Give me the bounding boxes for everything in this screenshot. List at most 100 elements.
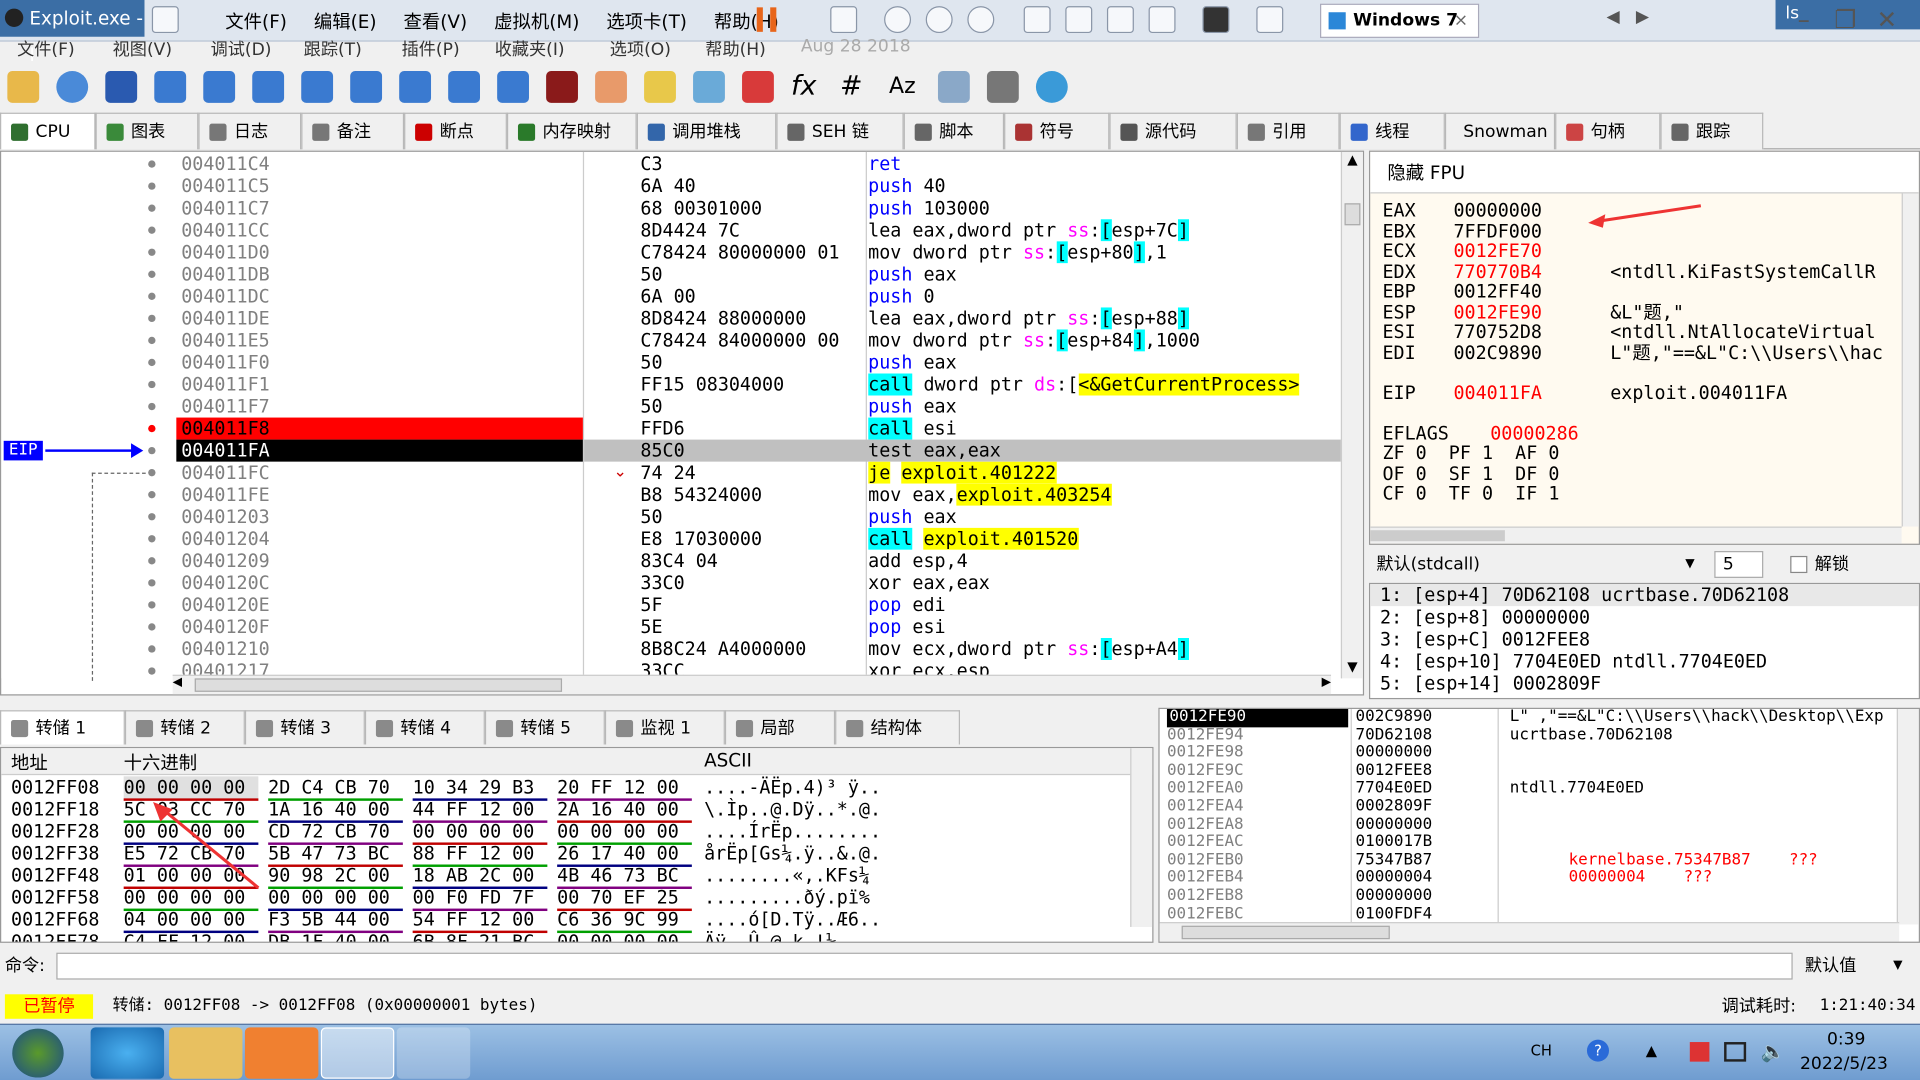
call-convention-select[interactable]: 默认(stdcall) ▼: [1374, 551, 1702, 578]
stack-pane[interactable]: 0012FE90 002C9890 L" ,"==&L"C:\\Users\\hac…: [1158, 707, 1920, 943]
row-dot[interactable]: [148, 491, 156, 499]
row-dot[interactable]: [148, 204, 156, 212]
send-ctrl-alt-del-icon[interactable]: [830, 6, 858, 34]
registers-hscroll[interactable]: [1370, 526, 1902, 544]
row-dot[interactable]: [148, 270, 156, 278]
clock-time[interactable]: 0:39: [1827, 1030, 1866, 1050]
snapshot-manager-icon[interactable]: [967, 6, 995, 34]
tab-scroll-right-icon[interactable]: ▶: [1636, 7, 1649, 27]
step-into-icon[interactable]: [252, 71, 285, 103]
scroll-left-icon[interactable]: ◀: [173, 676, 182, 689]
register-value[interactable]: 770752D8: [1453, 321, 1541, 343]
revert-snapshot-icon[interactable]: [925, 6, 953, 34]
dump-vscroll[interactable]: [1130, 748, 1153, 927]
dump-tab-2[interactable]: 转储 3: [244, 710, 365, 745]
flags-row[interactable]: ZF 0 PF 1 AF 0: [1382, 443, 1559, 464]
disasm-row[interactable]: 004011F8 FFD6 call esi: [1, 417, 1343, 440]
hscroll-thumb[interactable]: [1181, 925, 1390, 940]
vm-menu-tabs[interactable]: 选项卡(T): [606, 8, 687, 34]
row-dot[interactable]: [148, 468, 156, 477]
stack-arg-row[interactable]: 5: [esp+14] 0002809F: [1370, 672, 1919, 694]
thumbnail-icon[interactable]: [1065, 6, 1093, 34]
dump-tab-5[interactable]: 监视 1: [604, 710, 725, 745]
row-dot[interactable]: [148, 535, 156, 543]
register-value[interactable]: 0012FE70: [1453, 241, 1541, 262]
row-dot[interactable]: [148, 513, 156, 521]
row-dot[interactable]: [148, 182, 156, 190]
close-debuggee-icon[interactable]: [105, 71, 138, 103]
execute-till-return-icon[interactable]: [448, 71, 481, 103]
row-dot[interactable]: [148, 226, 156, 234]
open-icon[interactable]: [7, 71, 40, 103]
scroll-right-icon[interactable]: ▶: [1322, 676, 1331, 689]
row-dot[interactable]: [148, 446, 156, 455]
disasm-row[interactable]: 00401203 50 push eax: [1, 506, 1343, 528]
row-dot[interactable]: [148, 380, 156, 389]
dump-row[interactable]: 0012FF78 C4 FF 12 00 DB 1F 40 00 6B 8F 21 B…: [1, 931, 1130, 942]
trace-over-icon[interactable]: [399, 71, 432, 103]
stack-args-pane[interactable]: 1: [esp+4] 70D62108 ucrtbase.70D62108 2: …: [1368, 582, 1920, 700]
network-icon[interactable]: [1724, 1042, 1747, 1062]
explorer-taskbar-button[interactable]: [168, 1027, 243, 1079]
disasm-row[interactable]: 004011FA 85C0 test eax,eax: [1, 439, 1344, 462]
media-player-taskbar-button[interactable]: [244, 1027, 319, 1079]
register-value[interactable]: 770770B4: [1453, 261, 1541, 282]
stack-row[interactable]: 0012FEB8 00000000: [1160, 887, 1900, 906]
close-tab-icon[interactable]: ×: [1454, 5, 1468, 37]
action-center-icon[interactable]: [1689, 1042, 1710, 1062]
menu-debug[interactable]: 调试(D): [211, 37, 272, 61]
row-dot[interactable]: [148, 248, 156, 256]
flags-row[interactable]: CF 0 TF 0 IF 1: [1382, 483, 1559, 505]
scroll-up-icon[interactable]: ▲: [1342, 152, 1363, 172]
menu-help[interactable]: 帮助(H): [705, 37, 766, 61]
tab-12[interactable]: 线程: [1339, 112, 1445, 150]
disasm-row[interactable]: 004011FC 74 24 ⌄ je exploit.401222: [1, 461, 1343, 484]
tab-2[interactable]: 日志: [198, 112, 302, 150]
vm-tab-windows7[interactable]: Windows 7 ×: [1320, 3, 1480, 38]
tab-15[interactable]: 跟踪: [1660, 112, 1764, 150]
start-button[interactable]: [12, 1028, 64, 1078]
tab-5[interactable]: 内存映射: [506, 112, 637, 150]
comments-icon[interactable]: [644, 71, 676, 103]
stack-row[interactable]: 0012FEB0 75347B87 kernelbase.75347B87 ???: [1160, 851, 1900, 870]
menu-options[interactable]: 选项(O): [610, 37, 671, 61]
disasm-row[interactable]: 004011C4 C3 ret: [1, 153, 1343, 175]
scroll-thumb[interactable]: [1344, 203, 1361, 226]
registers-vscroll[interactable]: [1901, 193, 1919, 527]
minimize-icon[interactable]: –: [1783, 2, 1825, 36]
dump-pane[interactable]: 地址 十六进制 ASCII 0012FF08 00 00 00 00 2D C4 C…: [0, 746, 1154, 943]
help-icon[interactable]: ?: [1586, 1039, 1609, 1062]
disasm-row[interactable]: 004011F7 50 push eax: [1, 396, 1343, 418]
disasm-row[interactable]: 004011F1 FF15 08304000 call dword ptr ds:[…: [1, 373, 1343, 396]
stack-row[interactable]: 0012FE90 002C9890 L" ,"==&L"C:\\Users\\hac…: [1160, 708, 1900, 727]
globe-icon[interactable]: [1035, 71, 1068, 103]
row-dot[interactable]: [148, 160, 156, 168]
show-hidden-icons-icon[interactable]: ▲: [1646, 1042, 1657, 1059]
tab-scroll-left-icon[interactable]: ◀: [1607, 7, 1620, 27]
command-input[interactable]: [56, 952, 1793, 980]
dump-tab-4[interactable]: 转储 5: [484, 710, 605, 745]
disasm-row[interactable]: 00401204 E8 17030000 call exploit.401520: [1, 527, 1343, 550]
app-title-tab[interactable]: Exploit.exe - I: [0, 0, 145, 66]
tab-8[interactable]: 脚本: [903, 112, 1005, 150]
pin-icon[interactable]: [151, 6, 179, 34]
vm-menu-view[interactable]: 查看(V): [404, 8, 468, 34]
disasm-row[interactable]: 004011C7 68 00301000 push 103000: [1, 197, 1343, 219]
row-dot[interactable]: [148, 601, 156, 609]
run-to-user-code-icon[interactable]: [497, 71, 529, 103]
row-dot[interactable]: [148, 579, 156, 587]
disasm-row[interactable]: 004011D0 C78424 80000000 01 mov dword ptr …: [1, 241, 1343, 264]
disassembly-pane[interactable]: EIP 004011C4 C3 ret 004011C5 6A 40 push 40 004…: [0, 150, 1365, 696]
row-dot[interactable]: [148, 557, 156, 565]
functions-icon[interactable]: fx: [791, 71, 823, 103]
scroll-down-icon[interactable]: ▼: [1342, 659, 1363, 679]
stack-arg-row[interactable]: 4: [esp+10] 7704E0ED ntdll.7704E0ED: [1370, 650, 1919, 672]
tab-6[interactable]: 调用堆栈: [636, 112, 777, 150]
close-icon[interactable]: ✕: [1866, 2, 1908, 36]
tab-13[interactable]: Snowman: [1444, 112, 1556, 150]
menu-file[interactable]: 文件(F): [17, 37, 75, 61]
stack-row[interactable]: 0012FEA4 0002809F: [1160, 798, 1900, 816]
tab-9[interactable]: 符号: [1004, 112, 1110, 150]
stack-arg-row[interactable]: 2: [esp+8] 00000000: [1370, 606, 1919, 628]
labels-icon[interactable]: [693, 71, 725, 103]
